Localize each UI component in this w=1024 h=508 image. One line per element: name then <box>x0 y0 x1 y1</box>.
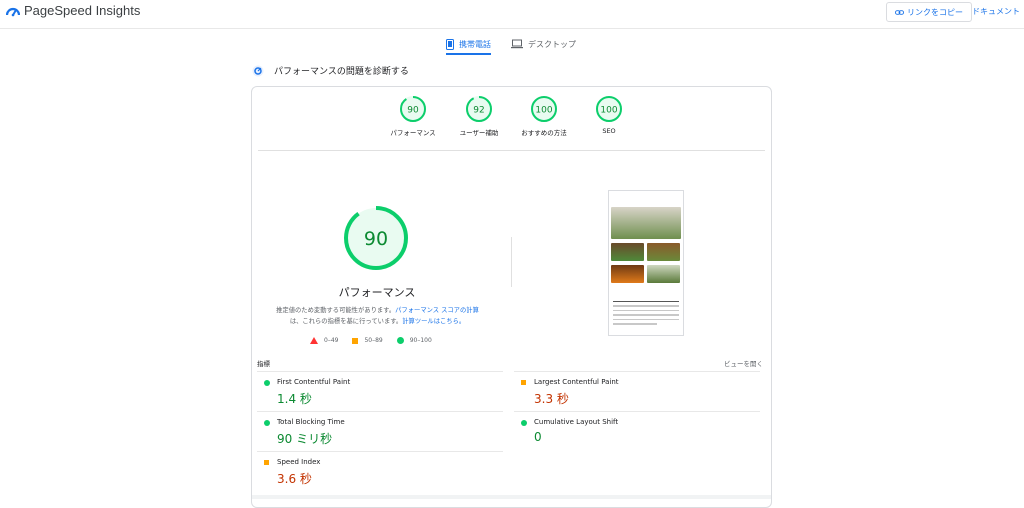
category-seo[interactable]: 100 SEO <box>569 95 649 135</box>
laptop-icon <box>511 39 523 49</box>
good-circle-icon <box>264 380 270 386</box>
score-legend: 0–49 50–89 90–100 <box>310 337 446 344</box>
logo[interactable]: PageSpeed Insights <box>6 3 140 18</box>
category-score: 100 <box>600 105 617 115</box>
category-score: 92 <box>473 105 484 115</box>
vertical-divider <box>511 237 512 287</box>
performance-score: 90 <box>364 228 388 250</box>
pagespeed-logo-icon <box>6 7 20 16</box>
average-square-icon <box>264 460 269 465</box>
metric-name: First Contentful Paint <box>277 378 351 386</box>
metric-speed-index: Speed Index 3.6 秒 <box>257 451 503 486</box>
category-score: 100 <box>535 105 552 115</box>
legend-good: 90–100 <box>396 337 432 344</box>
metric-cls: Cumulative Layout Shift 0 <box>514 411 760 444</box>
poor-triangle-icon <box>310 337 318 344</box>
performance-gauge: 90 <box>344 206 408 270</box>
average-square-icon <box>352 337 359 344</box>
divider <box>258 150 765 151</box>
score-gauge: 100 <box>531 96 557 122</box>
legend-poor-label: 0–49 <box>324 337 339 344</box>
metric-name: Speed Index <box>277 458 321 466</box>
copy-link-button[interactable]: リンクをコピー <box>886 2 972 22</box>
link-icon <box>895 9 904 15</box>
diagnose-icon <box>252 65 264 76</box>
final-screenshot <box>608 190 684 336</box>
tab-mobile-label: 携帯電話 <box>459 39 491 49</box>
note-text-1: 推定値のため変動する可能性があります。 <box>276 307 396 314</box>
metric-value: 3.6 秒 <box>277 472 312 486</box>
good-circle-icon <box>264 420 270 426</box>
category-label: SEO <box>602 127 616 135</box>
category-gauges: 90 パフォーマンス 92 ユーザー補助 100 おすすめの方法 100 SEO <box>252 95 771 145</box>
copy-link-label: リンクをコピー <box>907 7 963 17</box>
app-title: PageSpeed Insights <box>24 3 141 18</box>
category-score: 90 <box>407 105 419 115</box>
docs-link[interactable]: ドキュメント <box>972 6 1020 17</box>
score-gauge: 92 <box>466 96 492 122</box>
metrics-header: 指標 <box>257 360 270 368</box>
phone-icon <box>446 38 454 50</box>
metric-value: 90 ミリ秒 <box>277 432 333 446</box>
tab-mobile[interactable]: 携帯電話 <box>446 35 491 55</box>
performance-title: パフォーマンス <box>338 286 416 299</box>
note-text-2: は、これらの指標を基に行っています。 <box>289 318 403 325</box>
legend-good-label: 90–100 <box>409 337 432 344</box>
report-card: 90 パフォーマンス 92 ユーザー補助 100 おすすめの方法 100 SEO… <box>251 86 772 508</box>
top-bar: PageSpeed Insights リンクをコピー ドキュメント <box>0 0 1024 29</box>
metric-value: 3.3 秒 <box>534 392 569 406</box>
metric-name: Largest Contentful Paint <box>534 378 619 386</box>
metric-value: 1.4 秒 <box>277 392 312 406</box>
score-note: 推定値のため変動する可能性があります。パフォーマンス スコアの計算は、これらの指… <box>270 305 485 327</box>
legend-average-label: 50–89 <box>364 337 383 344</box>
score-calc-link[interactable]: パフォーマンス スコアの計算 <box>395 307 479 314</box>
metric-value: 0 <box>534 430 542 444</box>
tab-desktop[interactable]: デスクトップ <box>511 35 576 53</box>
average-square-icon <box>521 380 526 385</box>
card-bottom-bar <box>252 495 771 499</box>
section-title-text: パフォーマンスの問題を診断する <box>274 67 409 77</box>
legend-poor: 0–49 <box>310 337 338 344</box>
legend-average: 50–89 <box>352 337 383 344</box>
good-circle-icon <box>396 337 404 344</box>
tab-desktop-label: デスクトップ <box>528 39 576 49</box>
score-gauge: 100 <box>596 96 622 122</box>
metric-name: Total Blocking Time <box>277 418 345 426</box>
screenshot-text <box>613 301 679 328</box>
calculator-link[interactable]: 計算ツールはこちら。 <box>402 318 465 325</box>
score-gauge: 90 <box>400 96 426 122</box>
metric-tbt: Total Blocking Time 90 ミリ秒 <box>257 411 503 446</box>
metric-name: Cumulative Layout Shift <box>534 418 619 426</box>
device-tabs: 携帯電話 デスクトップ <box>446 35 596 55</box>
metric-fcp: First Contentful Paint 1.4 秒 <box>257 371 503 406</box>
expand-view-toggle[interactable]: ビューを開く <box>724 358 763 368</box>
section-title: パフォーマンスの問題を診断する <box>252 64 409 77</box>
metric-lcp: Largest Contentful Paint 3.3 秒 <box>514 371 760 406</box>
good-circle-icon <box>521 420 527 426</box>
